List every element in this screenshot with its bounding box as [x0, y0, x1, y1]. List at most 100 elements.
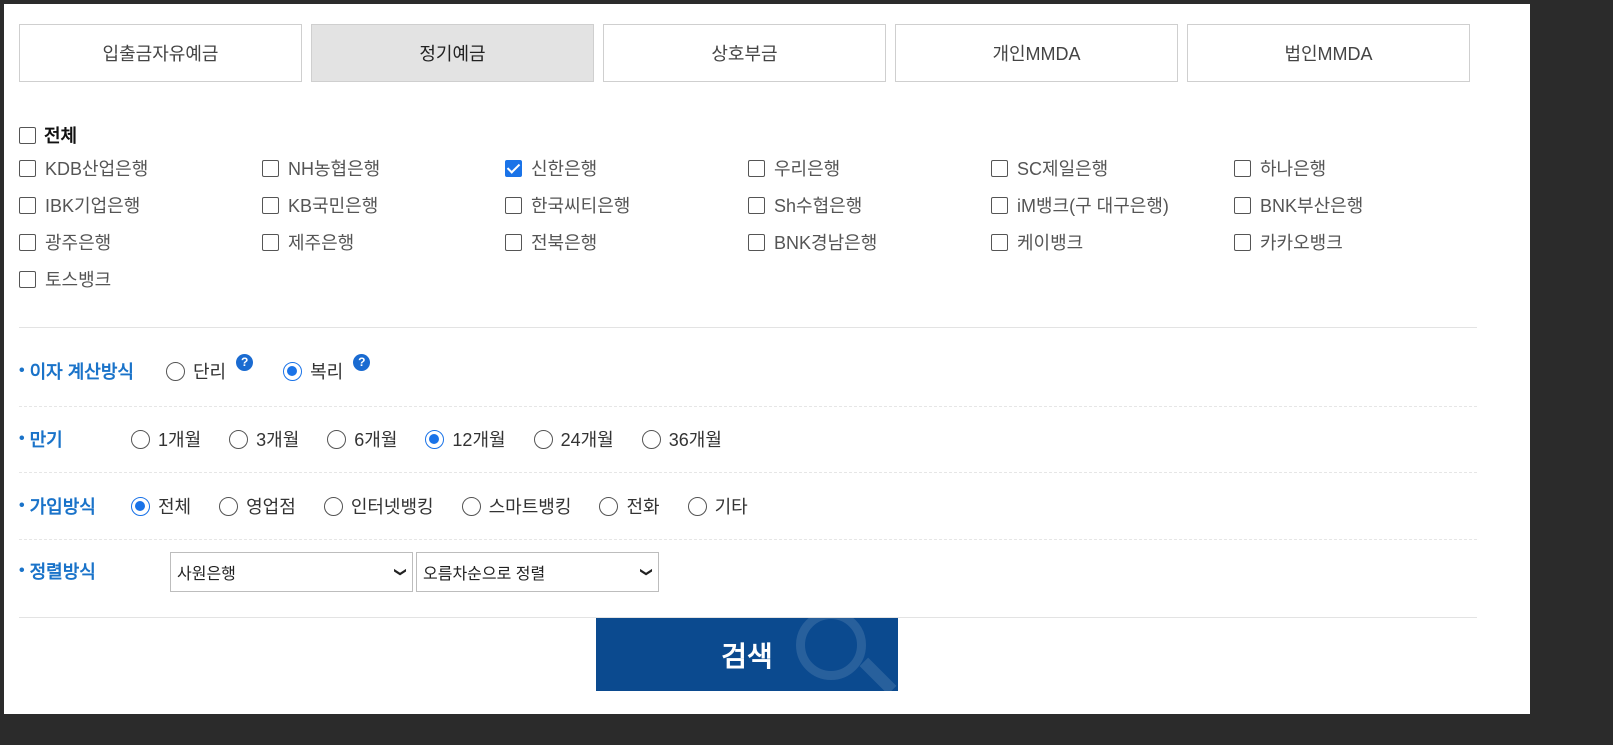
checkbox-box[interactable]	[19, 126, 36, 144]
bank-checkbox[interactable]: KDB산업은행	[19, 157, 262, 179]
term-option-radio[interactable]: 24개월	[533, 426, 614, 452]
radio-circle[interactable]	[461, 496, 481, 516]
bank-checkbox[interactable]: 하나은행	[1234, 157, 1477, 179]
product-tabs: 입출금자유예금 정기예금 상호부금 개인MMDA 법인MMDA	[19, 24, 1479, 82]
bank-checkbox[interactable]: Sh수협은행	[748, 194, 991, 216]
checkbox-box[interactable]	[262, 233, 279, 251]
checkbox-box[interactable]	[748, 196, 765, 214]
checkbox-box-checked[interactable]	[505, 159, 522, 177]
bank-checkbox[interactable]: 케이뱅크	[991, 231, 1234, 253]
bank-checkbox[interactable]: 제주은행	[262, 231, 505, 253]
checkbox-box[interactable]	[19, 196, 36, 214]
join-option-radio[interactable]: 전체	[131, 493, 191, 519]
checkbox-box[interactable]	[991, 233, 1008, 251]
help-icon[interactable]: ?	[353, 353, 371, 371]
radio-label: 전체	[158, 497, 192, 517]
join-option-radio[interactable]: 스마트뱅킹	[461, 493, 571, 519]
join-option-radio[interactable]: 영업점	[219, 493, 296, 519]
bank-checkbox[interactable]: 광주은행	[19, 231, 262, 253]
tab-installment[interactable]: 상호부금	[603, 24, 886, 82]
bank-checkbox[interactable]: 우리은행	[748, 157, 991, 179]
radio-circle[interactable]	[327, 429, 347, 449]
bank-checkbox[interactable]: SC제일은행	[991, 157, 1234, 179]
radio-circle[interactable]	[641, 429, 661, 449]
join-option-radio[interactable]: 인터넷뱅킹	[323, 493, 434, 519]
bank-checkbox[interactable]: IBK기업은행	[19, 194, 262, 216]
bank-label: NH농협은행	[288, 159, 381, 179]
radio-label: 복리	[310, 362, 344, 382]
checkbox-box[interactable]	[505, 196, 522, 214]
bank-label: 한국씨티은행	[531, 196, 631, 216]
checkbox-box[interactable]	[991, 196, 1008, 214]
tab-demand-deposit[interactable]: 입출금자유예금	[19, 24, 302, 82]
radio-label: 전화	[626, 497, 660, 517]
checkbox-box[interactable]	[1234, 159, 1251, 177]
bank-checkbox[interactable]: BNK경남은행	[748, 231, 991, 253]
radio-label: 인터넷뱅킹	[350, 497, 434, 517]
interest-simple-radio[interactable]: 단리	[166, 358, 226, 384]
term-label: 만기	[19, 426, 131, 452]
help-icon[interactable]: ?	[236, 353, 254, 371]
chevron-down-icon: ❯	[639, 566, 654, 578]
radio-circle[interactable]	[323, 496, 343, 516]
radio-circle-selected[interactable]	[425, 429, 445, 449]
row-divider	[19, 472, 1477, 473]
radio-circle[interactable]	[219, 496, 239, 516]
term-option-radio[interactable]: 1개월	[131, 426, 201, 452]
term-option-radio[interactable]: 12개월	[425, 426, 506, 452]
checkbox-box[interactable]	[1234, 196, 1251, 214]
radio-circle[interactable]	[229, 429, 249, 449]
radio-circle[interactable]	[533, 429, 553, 449]
checkbox-box[interactable]	[19, 270, 36, 288]
bank-label: Sh수협은행	[774, 196, 863, 216]
bank-label: 신한은행	[531, 159, 598, 179]
join-option-radio[interactable]: 전화	[599, 493, 660, 519]
bank-checkbox[interactable]: NH농협은행	[262, 157, 505, 179]
checkbox-box[interactable]	[262, 159, 279, 177]
bank-label: KB국민은행	[288, 196, 379, 216]
checkbox-box[interactable]	[505, 233, 522, 251]
bank-checkbox[interactable]: KB국민은행	[262, 194, 505, 216]
bank-checkbox[interactable]: 전북은행	[505, 231, 748, 253]
checkbox-box[interactable]	[991, 159, 1008, 177]
radio-label: 12개월	[452, 430, 506, 450]
term-option-radio[interactable]: 36개월	[641, 426, 722, 452]
sort-field-select[interactable]: 사원은행 ❯	[170, 552, 413, 592]
bank-label: 우리은행	[774, 159, 841, 179]
bank-label: 전북은행	[531, 233, 598, 253]
interest-compound-radio[interactable]: 복리	[283, 358, 343, 384]
checkbox-box[interactable]	[1234, 233, 1251, 251]
checkbox-box[interactable]	[748, 159, 765, 177]
radio-circle-selected[interactable]	[131, 496, 150, 516]
bank-checkbox[interactable]: iM뱅크(구 대구은행)	[991, 194, 1234, 216]
radio-circle-selected[interactable]	[283, 361, 303, 381]
bank-label: 광주은행	[45, 233, 112, 253]
tab-personal-mmda[interactable]: 개인MMDA	[895, 24, 1178, 82]
search-icon-handle	[859, 657, 897, 691]
checkbox-box[interactable]	[19, 233, 36, 251]
radio-circle[interactable]	[166, 361, 185, 381]
checkbox-box[interactable]	[262, 196, 279, 214]
deposit-search-panel: 입출금자유예금 정기예금 상호부금 개인MMDA 법인MMDA 전체 KDB산업…	[4, 4, 1530, 714]
bank-checkbox[interactable]: 카카오뱅크	[1234, 231, 1477, 253]
join-row: 가입방식 전체 영업점 인터넷뱅킹 스마트뱅킹 전화 기타	[19, 493, 748, 519]
radio-circle[interactable]	[599, 496, 619, 516]
sort-row: 정렬방식 사원은행 ❯ 오름차순으로 정렬 ❯	[19, 552, 659, 592]
radio-circle[interactable]	[131, 429, 150, 449]
term-option-radio[interactable]: 6개월	[327, 426, 397, 452]
radio-circle[interactable]	[687, 496, 707, 516]
term-option-radio[interactable]: 3개월	[229, 426, 299, 452]
checkbox-box[interactable]	[19, 159, 36, 177]
join-option-radio[interactable]: 기타	[687, 493, 748, 519]
bank-checkbox[interactable]: 토스뱅크	[19, 268, 262, 290]
bank-checkbox[interactable]: 한국씨티은행	[505, 194, 748, 216]
sort-order-select[interactable]: 오름차순으로 정렬 ❯	[416, 552, 659, 592]
search-button[interactable]: 검색	[596, 618, 898, 691]
bank-checkbox[interactable]: BNK부산은행	[1234, 194, 1477, 216]
bank-checkbox[interactable]: 신한은행	[505, 157, 748, 179]
tab-time-deposit[interactable]: 정기예금	[311, 24, 594, 82]
tab-corporate-mmda[interactable]: 법인MMDA	[1187, 24, 1470, 82]
bank-all-checkbox[interactable]: 전체	[19, 122, 77, 148]
checkbox-box[interactable]	[748, 233, 765, 251]
radio-label: 단리	[193, 362, 227, 382]
